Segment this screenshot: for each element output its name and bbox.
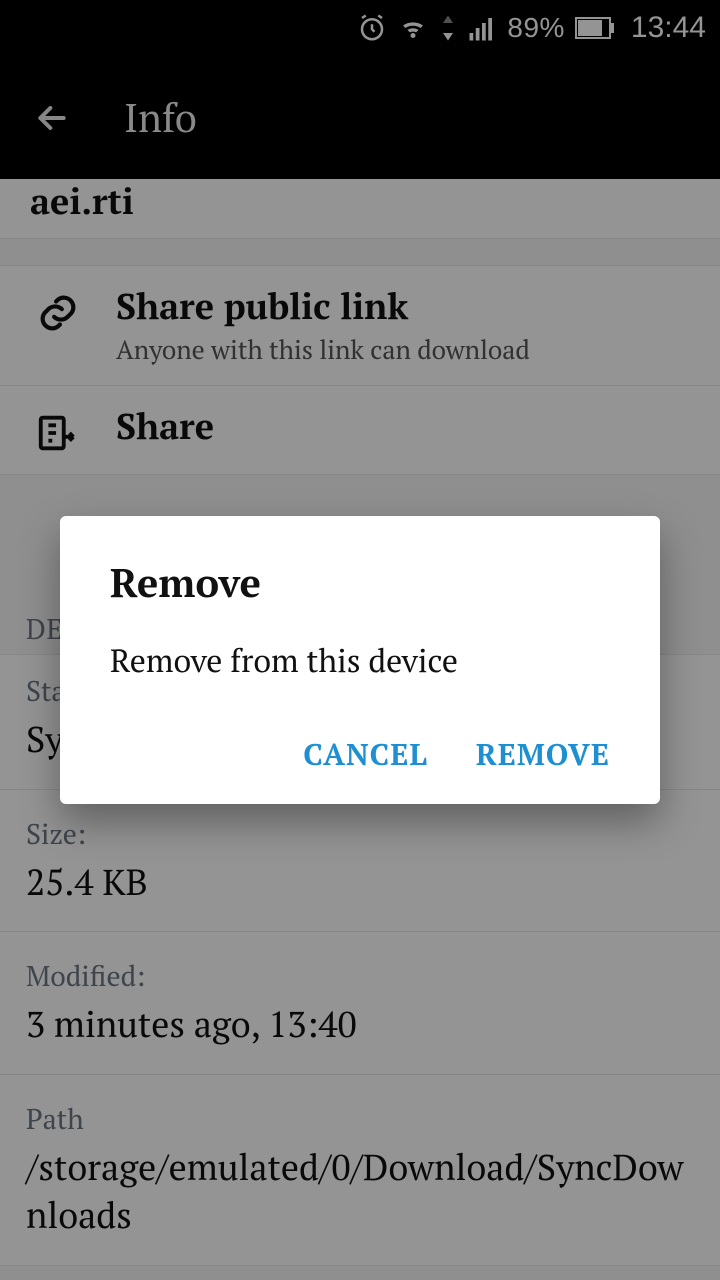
cancel-button[interactable]: CANCEL (303, 734, 428, 774)
dialog-message: Remove from this device (110, 639, 610, 684)
dialog-title: Remove (110, 556, 610, 609)
remove-button[interactable]: REMOVE (476, 734, 610, 774)
remove-dialog: Remove Remove from this device CANCEL RE… (60, 516, 660, 804)
